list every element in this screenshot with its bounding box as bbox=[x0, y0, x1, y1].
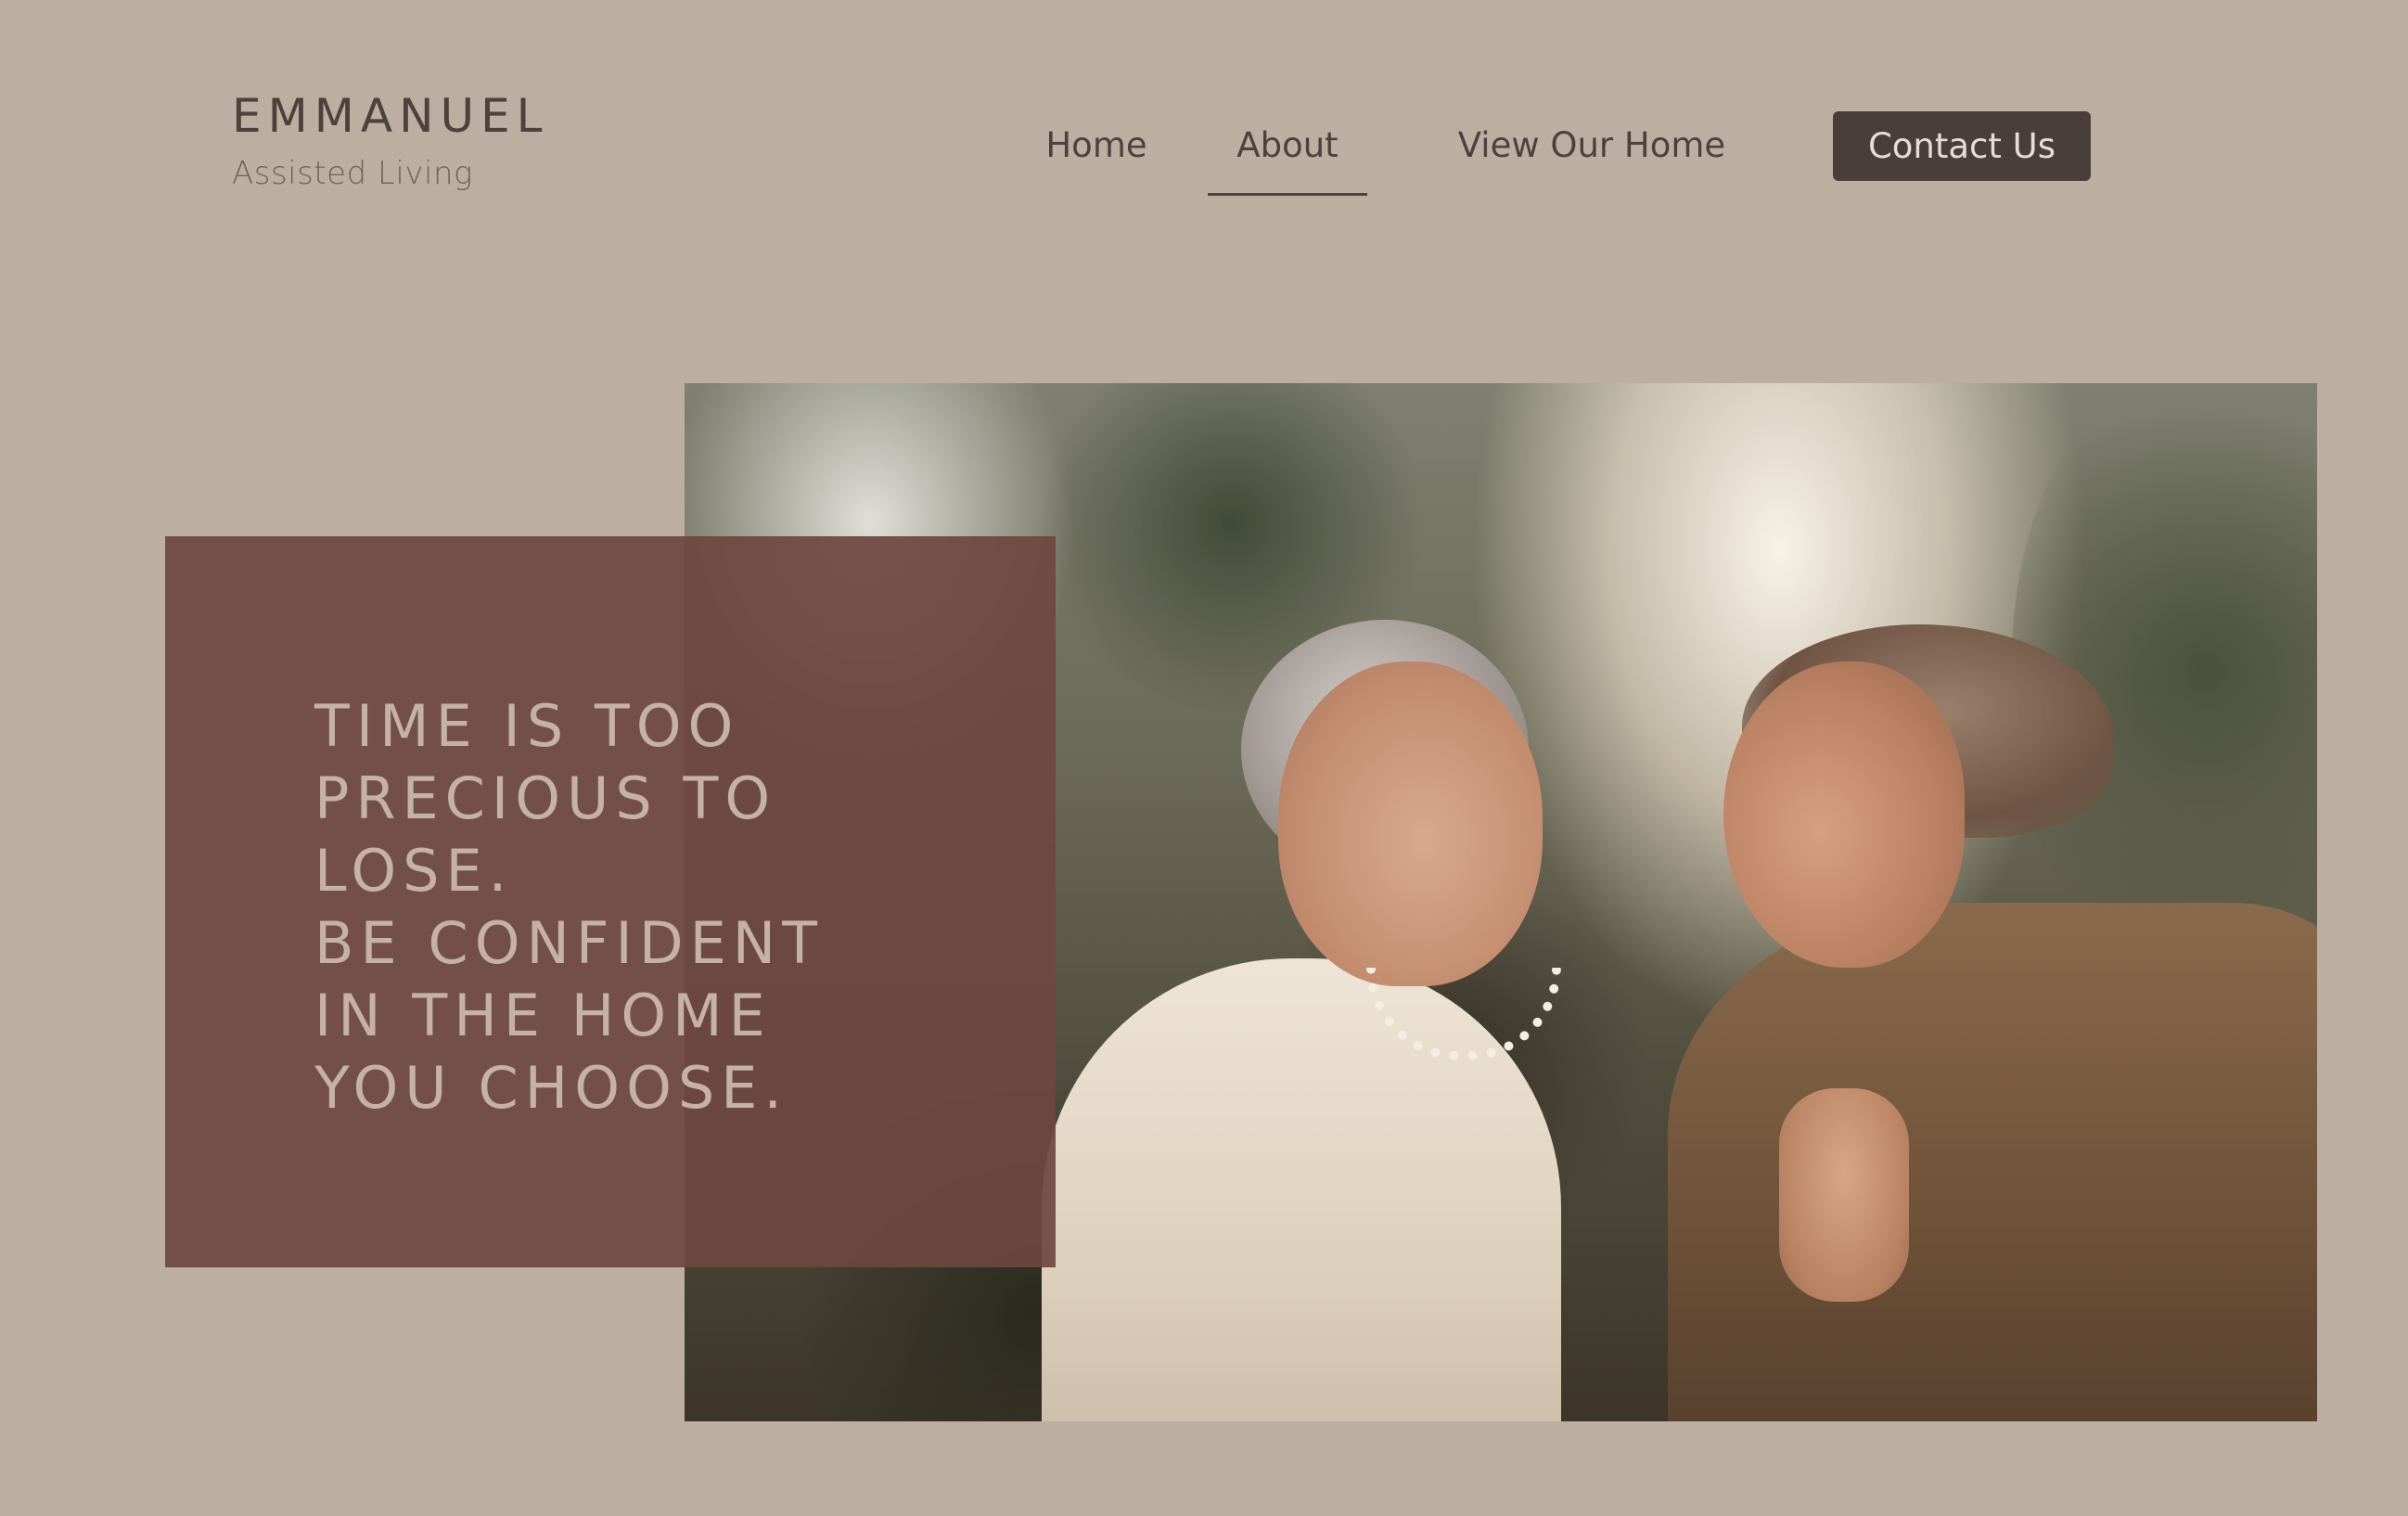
hero-quote-line: TIME IS TOO bbox=[314, 692, 740, 760]
hero-quote-line: PRECIOUS TO bbox=[314, 764, 777, 832]
photo-caregiver-body bbox=[1668, 903, 2317, 1421]
brand-tagline: Assisted Living bbox=[232, 155, 473, 192]
nav-link-view-our-home[interactable]: View Our Home bbox=[1434, 111, 1749, 197]
brand-logo[interactable]: EMMANUEL Assisted Living bbox=[232, 93, 549, 189]
photo-caregiver-face bbox=[1723, 662, 1965, 968]
nav-link-about[interactable]: About bbox=[1208, 111, 1367, 197]
photo-held-hands bbox=[1779, 1088, 1909, 1302]
hero-quote-line: LOSE. bbox=[314, 837, 514, 905]
photo-elder-face bbox=[1278, 662, 1543, 986]
hero-quote-line: BE CONFIDENT bbox=[314, 909, 824, 977]
brand-name: EMMANUEL bbox=[232, 89, 549, 143]
hero-quote-line: IN THE HOME bbox=[314, 982, 772, 1049]
hero-quote-line: YOU CHOOSE. bbox=[314, 1054, 789, 1122]
contact-us-button[interactable]: Contact Us bbox=[1833, 111, 2091, 181]
hero-quote-box: TIME IS TOO PRECIOUS TO LOSE. BE CONFIDE… bbox=[165, 536, 1056, 1267]
nav-link-home[interactable]: Home bbox=[1027, 111, 1166, 197]
